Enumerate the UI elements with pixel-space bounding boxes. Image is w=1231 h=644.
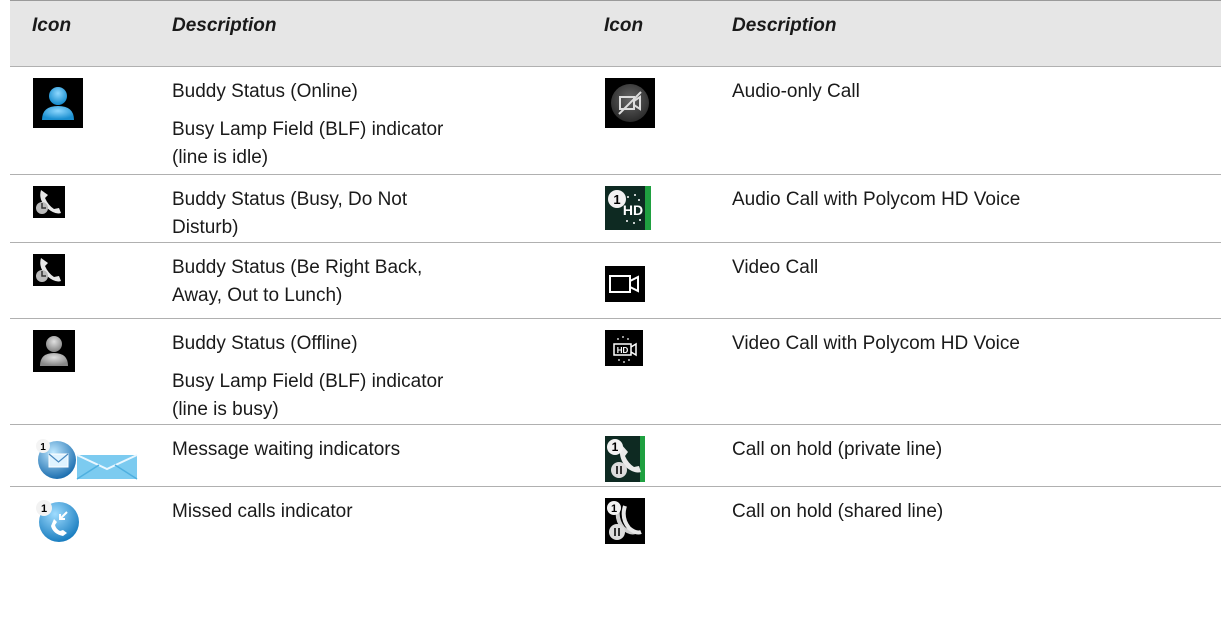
hd-voice-video-call-icon: HD [605, 330, 643, 366]
table-row: Buddy Status (Busy, Do Not Disturb) 1 HD… [10, 174, 1221, 243]
svg-text:HD: HD [623, 202, 643, 218]
buddy-away-icon [33, 254, 65, 286]
description-line: Message waiting indicators [172, 439, 401, 460]
description-line: Audio-only Call [732, 81, 860, 102]
table-row: Buddy Status (Online) Busy Lamp Field (B… [10, 66, 1221, 175]
description-line: Audio Call with Polycom HD Voice [732, 189, 1021, 210]
svg-text:1: 1 [612, 440, 619, 454]
video-call-icon [605, 266, 645, 302]
audio-only-call-icon [605, 78, 655, 128]
header-description-2: Description [710, 0, 1221, 67]
description-line: Busy Lamp Field (BLF) indicator [172, 371, 444, 392]
description-line: Away, Out to Lunch) [172, 285, 343, 306]
description-line: Missed calls indicator [172, 501, 353, 522]
table-row: 1 Message waiting indicators 1 Call on h… [10, 424, 1221, 487]
buddy-offline-icon [33, 330, 75, 372]
missed-calls-icon: 1 [36, 500, 79, 542]
hold-shared-line-icon: 1 [605, 498, 647, 544]
table-row: Buddy Status (Offline) Busy Lamp Field (… [10, 318, 1221, 425]
description-line: Video Call [732, 257, 819, 278]
svg-text:1: 1 [611, 503, 617, 515]
description-line: Call on hold (shared line) [732, 501, 944, 522]
description-line: Buddy Status (Busy, Do Not [172, 189, 408, 210]
description-line: Buddy Status (Offline) [172, 333, 358, 354]
icon-table: Icon Description Icon Description Buddy … [10, 0, 1221, 544]
table-row: 1 Missed calls indicator 1 Call on hold … [10, 486, 1221, 544]
description-line: Busy Lamp Field (BLF) indicator [172, 119, 444, 140]
hold-private-line-icon: 1 [605, 436, 645, 482]
table-header-row: Icon Description Icon Description [10, 0, 1221, 67]
description-line: Disturb) [172, 217, 239, 238]
svg-text:1: 1 [41, 503, 47, 515]
description-line: Buddy Status (Be Right Back, [172, 257, 423, 278]
header-icon-2: Icon [582, 0, 710, 67]
svg-text:1: 1 [40, 442, 46, 453]
table-row: Buddy Status (Be Right Back, Away, Out t… [10, 242, 1221, 319]
description-line: Video Call with Polycom HD Voice [732, 333, 1020, 354]
description-line: Call on hold (private line) [732, 439, 943, 460]
description-line: Buddy Status (Online) [172, 81, 358, 102]
svg-text:HD: HD [617, 346, 629, 355]
hd-voice-audio-call-icon: 1 HD [605, 186, 651, 230]
buddy-busy-icon [33, 186, 65, 218]
buddy-online-icon [33, 78, 83, 128]
message-waiting-icon: 1 [36, 439, 138, 480]
svg-text:1: 1 [613, 192, 620, 207]
description-line: (line is idle) [172, 147, 269, 168]
header-description-1: Description [150, 0, 582, 67]
description-line: (line is busy) [172, 399, 279, 420]
header-icon-1: Icon [10, 0, 150, 67]
